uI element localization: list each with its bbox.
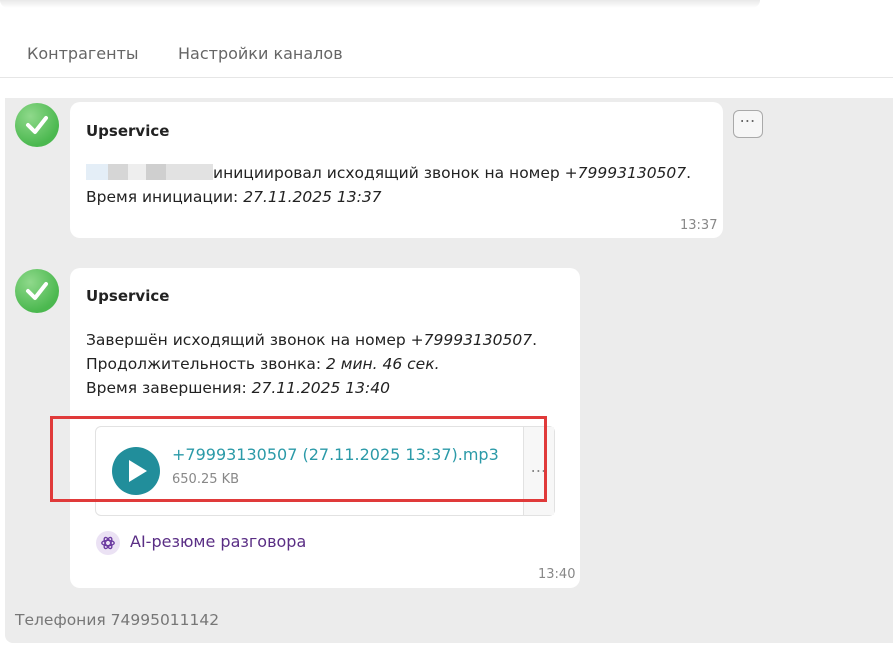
message-sender: Upservice: [86, 122, 170, 140]
message-text: Время завершения: 27.11.2025 13:40: [86, 379, 390, 397]
initiation-time: 27.11.2025 13:37: [243, 188, 382, 206]
tab-channel-settings[interactable]: Настройки каналов: [178, 44, 343, 63]
play-button[interactable]: [112, 447, 160, 495]
channel-label: Телефония 74995011142: [15, 611, 220, 629]
message-time: 13:40: [538, 567, 576, 582]
ai-summary-label: AI-резюме разговора: [130, 532, 307, 551]
tab-bar: Контрагенты Настройки каналов: [0, 28, 893, 78]
message-time: 13:37: [680, 218, 718, 233]
audio-attachment: +79993130507 (27.11.2025 13:37).mp3 650.…: [95, 426, 555, 516]
attachment-more-button[interactable]: ⋯: [523, 427, 554, 515]
chat-feed[interactable]: Upservice инициировал исходящий звонок н…: [5, 98, 893, 643]
check-icon: [26, 116, 48, 134]
top-panel-shadow: [0, 0, 760, 8]
avatar: [15, 269, 59, 313]
tab-counterparties[interactable]: Контрагенты: [27, 44, 139, 63]
message-text: Время инициации: 27.11.2025 13:37: [86, 188, 382, 206]
message-text: Продолжительность звонка: 2 мин. 46 сек.: [86, 355, 440, 373]
call-duration: 2 мин. 46 сек.: [325, 355, 440, 373]
message-text: Завершён исходящий звонок на номер +7999…: [86, 331, 538, 349]
openai-icon: [96, 531, 120, 555]
play-icon: [129, 460, 147, 482]
message-sender: Upservice: [86, 287, 170, 305]
message-bubble: Upservice инициировал исходящий звонок н…: [70, 102, 723, 238]
end-time: 27.11.2025 13:40: [251, 379, 390, 397]
phone-number: +79993130507: [410, 331, 533, 349]
audio-file-size: 650.25 KB: [172, 472, 240, 487]
phone-number: +79993130507: [564, 164, 687, 182]
check-icon: [26, 282, 48, 300]
message-more-button[interactable]: ⋯: [733, 110, 763, 138]
message-text: инициировал исходящий звонок на номер +7…: [86, 164, 691, 182]
avatar: [15, 103, 59, 147]
audio-file-link[interactable]: +79993130507 (27.11.2025 13:37).mp3: [172, 445, 499, 464]
message-bubble: Upservice Завершён исходящий звонок на н…: [70, 268, 580, 588]
redacted-user-name: [86, 164, 213, 180]
